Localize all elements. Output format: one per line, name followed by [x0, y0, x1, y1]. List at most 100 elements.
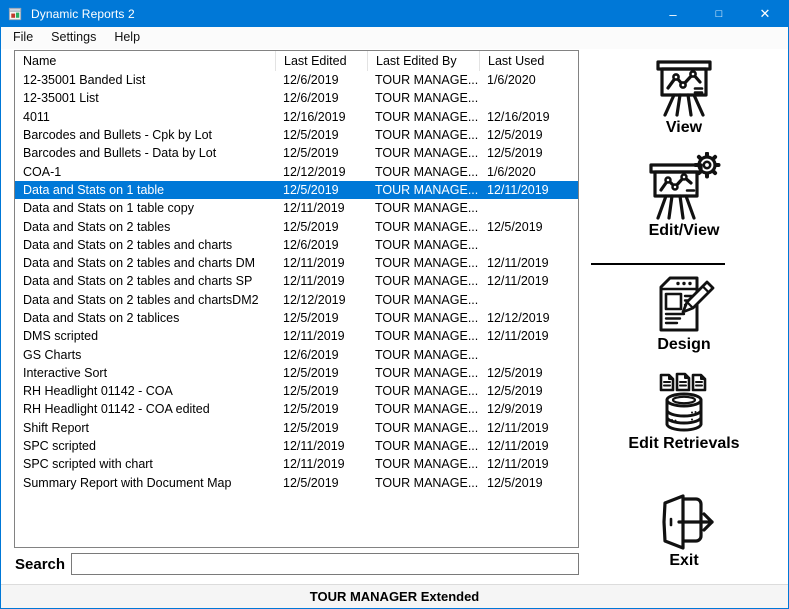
cell-last-edited: 12/5/2019	[275, 402, 367, 416]
cell-last-edited-by: TOUR MANAGE...	[367, 421, 479, 435]
gear-icon	[696, 154, 719, 177]
table-row[interactable]: 12-35001 List12/6/2019TOUR MANAGE...	[15, 89, 578, 107]
status-text: TOUR MANAGER Extended	[310, 589, 480, 604]
table-row[interactable]: Data and Stats on 2 tables and charts12/…	[15, 236, 578, 254]
cell-last-edited-by: TOUR MANAGE...	[367, 476, 479, 490]
table-row[interactable]: Data and Stats on 1 table12/5/2019TOUR M…	[15, 181, 578, 199]
cell-name: Shift Report	[15, 421, 275, 435]
exit-button[interactable]: Exit	[579, 492, 789, 570]
table-row[interactable]: Data and Stats on 2 tablices12/5/2019TOU…	[15, 309, 578, 327]
document-pencil-icon	[651, 272, 717, 336]
cell-last-edited-by: TOUR MANAGE...	[367, 73, 479, 87]
app-logo-icon	[8, 7, 23, 22]
title-bar[interactable]: Dynamic Reports 2 – □ ✕	[1, 1, 788, 27]
menu-settings[interactable]: Settings	[42, 27, 105, 49]
edit-view-label: Edit/View	[649, 223, 720, 240]
cell-last-edited-by: TOUR MANAGE...	[367, 238, 479, 252]
cell-last-used: 12/16/2019	[479, 110, 578, 124]
cell-last-edited-by: TOUR MANAGE...	[367, 110, 479, 124]
database-documents-icon	[651, 371, 717, 435]
view-button[interactable]: View	[579, 57, 789, 137]
cell-last-edited-by: TOUR MANAGE...	[367, 402, 479, 416]
report-list: Name Last Edited Last Edited By Last Use…	[14, 50, 579, 548]
cell-last-used: 12/12/2019	[479, 311, 578, 325]
cell-name: 4011	[15, 110, 275, 124]
cell-last-edited-by: TOUR MANAGE...	[367, 366, 479, 380]
table-row[interactable]: Interactive Sort12/5/2019TOUR MANAGE...1…	[15, 364, 578, 382]
status-bar: TOUR MANAGER Extended	[1, 584, 788, 608]
table-row[interactable]: 12-35001 Banded List12/6/2019TOUR MANAGE…	[15, 71, 578, 89]
column-header-last-edited[interactable]: Last Edited	[275, 51, 367, 71]
cell-name: Data and Stats on 2 tables and charts DM	[15, 256, 275, 270]
table-row[interactable]: RH Headlight 01142 - COA edited12/5/2019…	[15, 400, 578, 418]
cell-last-edited-by: TOUR MANAGE...	[367, 91, 479, 105]
cell-name: Data and Stats on 2 tables and chartsDM2	[15, 293, 275, 307]
table-row[interactable]: COA-112/12/2019TOUR MANAGE...1/6/2020	[15, 162, 578, 180]
table-row[interactable]: SPC scripted with chart12/11/2019TOUR MA…	[15, 455, 578, 473]
cell-name: DMS scripted	[15, 329, 275, 343]
cell-name: SPC scripted	[15, 439, 275, 453]
cell-name: Data and Stats on 2 tables and charts SP	[15, 274, 275, 288]
table-row[interactable]: Shift Report12/5/2019TOUR MANAGE...12/11…	[15, 419, 578, 437]
table-row[interactable]: SPC scripted12/11/2019TOUR MANAGE...12/1…	[15, 437, 578, 455]
cell-name: Barcodes and Bullets - Data by Lot	[15, 146, 275, 160]
cell-last-edited: 12/6/2019	[275, 91, 367, 105]
table-row[interactable]: GS Charts12/6/2019TOUR MANAGE...	[15, 345, 578, 363]
cell-last-used: 12/5/2019	[479, 366, 578, 380]
cell-name: SPC scripted with chart	[15, 457, 275, 471]
maximize-button[interactable]: □	[696, 1, 742, 27]
action-sidebar: View	[579, 49, 789, 583]
edit-view-button[interactable]: Edit/View	[579, 152, 789, 240]
table-row[interactable]: Data and Stats on 2 tables and charts SP…	[15, 272, 578, 290]
table-row[interactable]: Data and Stats on 2 tables and charts DM…	[15, 254, 578, 272]
cell-last-edited: 12/11/2019	[275, 457, 367, 471]
door-arrow-icon	[648, 492, 720, 552]
minimize-button[interactable]: –	[650, 1, 696, 27]
cell-last-edited: 12/5/2019	[275, 366, 367, 380]
table-row[interactable]: Barcodes and Bullets - Data by Lot12/5/2…	[15, 144, 578, 162]
cell-last-used: 12/11/2019	[479, 183, 578, 197]
design-button[interactable]: Design	[579, 272, 789, 354]
cell-name: COA-1	[15, 165, 275, 179]
table-row[interactable]: Data and Stats on 2 tables and chartsDM2…	[15, 291, 578, 309]
cell-last-edited: 12/5/2019	[275, 311, 367, 325]
cell-last-edited: 12/16/2019	[275, 110, 367, 124]
cell-last-edited: 12/5/2019	[275, 183, 367, 197]
column-header-name[interactable]: Name	[15, 51, 275, 71]
cell-name: GS Charts	[15, 348, 275, 362]
table-row[interactable]: 401112/16/2019TOUR MANAGE...12/16/2019	[15, 108, 578, 126]
table-row[interactable]: Data and Stats on 1 table copy12/11/2019…	[15, 199, 578, 217]
table-row[interactable]: Summary Report with Document Map12/5/201…	[15, 474, 578, 492]
sidebar-divider	[591, 263, 725, 265]
menu-help[interactable]: Help	[105, 27, 149, 49]
cell-last-edited: 12/6/2019	[275, 348, 367, 362]
cell-name: Data and Stats on 2 tables and charts	[15, 238, 275, 252]
close-button[interactable]: ✕	[742, 1, 788, 27]
cell-name: RH Headlight 01142 - COA	[15, 384, 275, 398]
cell-last-edited-by: TOUR MANAGE...	[367, 220, 479, 234]
cell-last-edited: 12/11/2019	[275, 439, 367, 453]
column-header-last-edited-by[interactable]: Last Edited By	[367, 51, 479, 71]
cell-last-edited: 12/12/2019	[275, 165, 367, 179]
presentation-chart-icon	[651, 57, 717, 119]
cell-last-edited: 12/6/2019	[275, 238, 367, 252]
cell-last-used: 12/5/2019	[479, 128, 578, 142]
column-header-last-used[interactable]: Last Used	[479, 51, 578, 71]
cell-name: Barcodes and Bullets - Cpk by Lot	[15, 128, 275, 142]
table-row[interactable]: Data and Stats on 2 tables12/5/2019TOUR …	[15, 217, 578, 235]
edit-retrievals-button[interactable]: Edit Retrievals	[579, 371, 789, 453]
cell-last-edited: 12/5/2019	[275, 421, 367, 435]
cell-last-used: 12/11/2019	[479, 421, 578, 435]
design-label: Design	[657, 337, 710, 354]
cell-last-edited-by: TOUR MANAGE...	[367, 165, 479, 179]
search-input[interactable]	[71, 553, 579, 575]
exit-label: Exit	[669, 553, 698, 570]
cell-last-used: 1/6/2020	[479, 73, 578, 87]
table-row[interactable]: RH Headlight 01142 - COA12/5/2019TOUR MA…	[15, 382, 578, 400]
table-row[interactable]: DMS scripted12/11/2019TOUR MANAGE...12/1…	[15, 327, 578, 345]
cell-name: Interactive Sort	[15, 366, 275, 380]
table-row[interactable]: Barcodes and Bullets - Cpk by Lot 12/5/20…	[15, 126, 578, 144]
menu-file[interactable]: File	[4, 27, 42, 49]
edit-retrievals-label: Edit Retrievals	[628, 436, 739, 453]
cell-last-used: 12/9/2019	[479, 402, 578, 416]
